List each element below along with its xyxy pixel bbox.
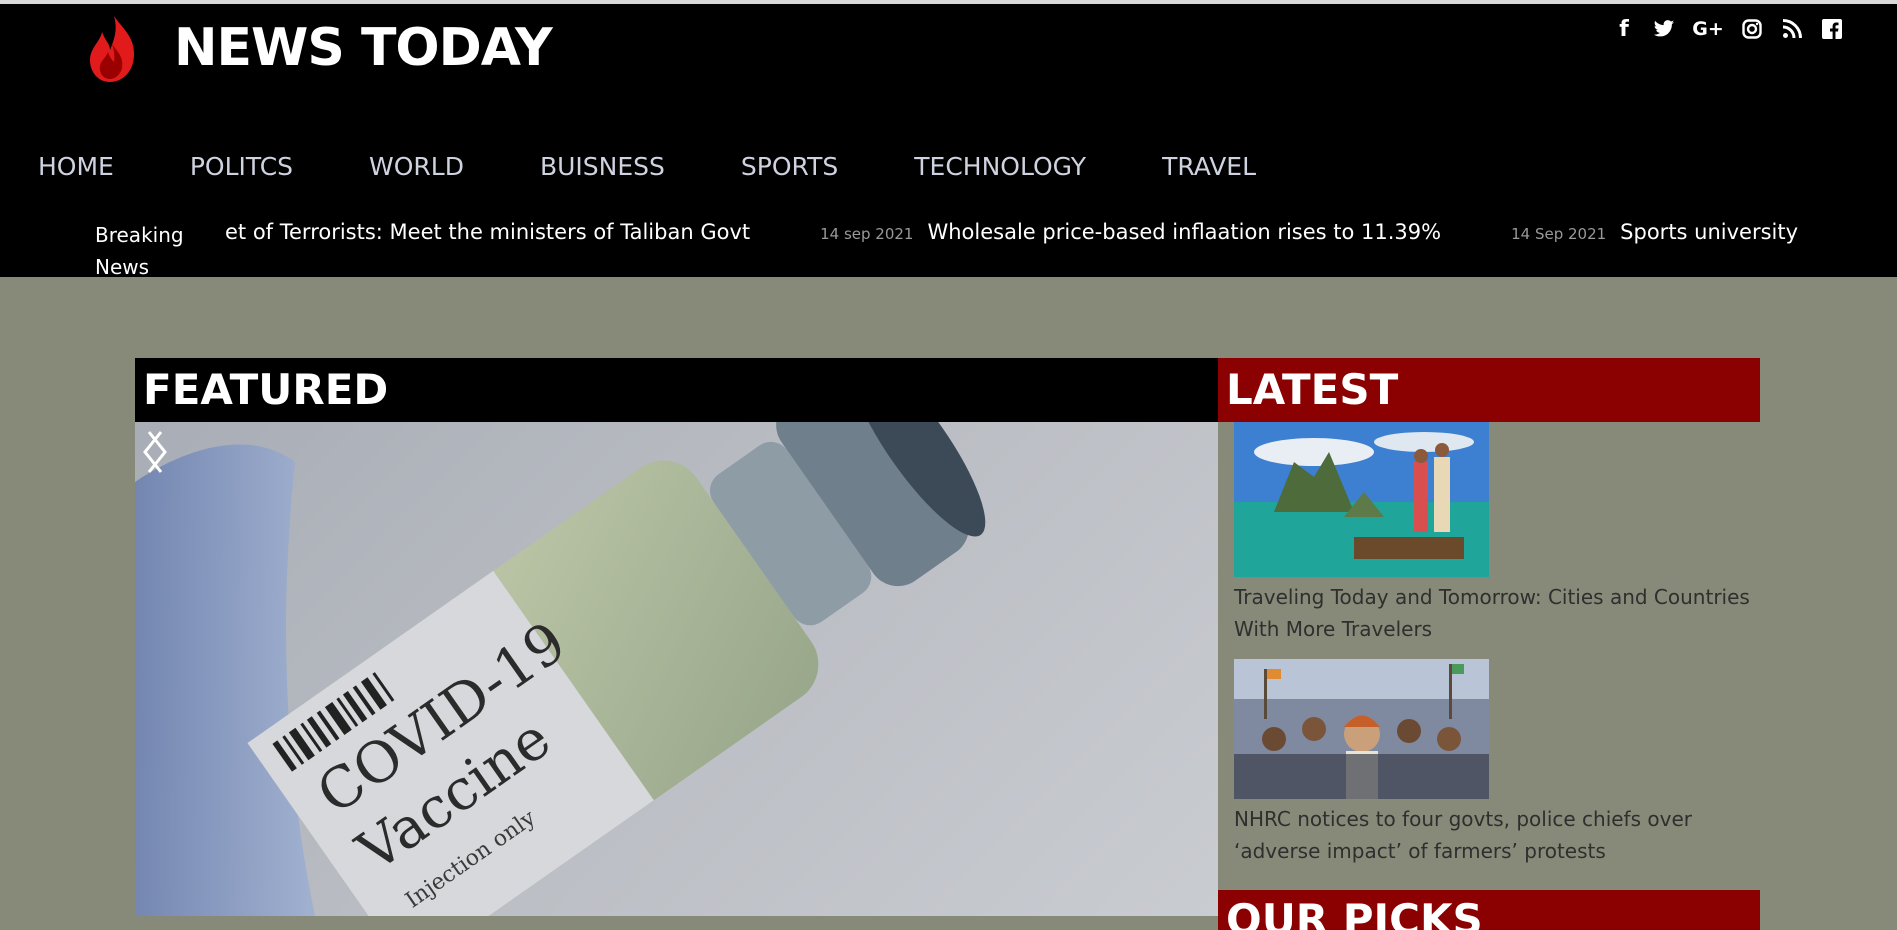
twitter-icon[interactable] (1653, 16, 1675, 42)
breaking-news-label: Breaking News (95, 223, 184, 279)
nav-world[interactable]: WORLD (369, 152, 464, 181)
nav-technology[interactable]: TECHNOLOGY (914, 152, 1086, 181)
facebook-icon[interactable]: f (1613, 16, 1635, 42)
covid-vaccine-image: COVID-19 Vaccine Injection only (135, 422, 986, 916)
ticker-item[interactable]: et of Terrorists: Meet the ministers of … (225, 220, 750, 244)
main-nav: HOME POLITCS WORLD BUISNESS SPORTS TECHN… (38, 152, 1332, 181)
featured-heading: FEATURED (135, 358, 1218, 422)
latest-item-title[interactable]: Traveling Today and Tomorrow: Cities and… (1234, 581, 1754, 645)
carousel-next-button[interactable] (135, 422, 175, 482)
travel-boat-photo[interactable] (1234, 422, 1489, 577)
site-header: NEWS TODAY f G+ HOME POLITCS WORLD BUISN… (0, 4, 1897, 279)
latest-item[interactable]: NHRC notices to four govts, police chief… (1234, 659, 1760, 867)
nav-sports[interactable]: SPORTS (741, 152, 838, 181)
featured-carousel[interactable]: COVID-19 Vaccine Injection only (135, 422, 1218, 916)
nav-travel[interactable]: TRAVEL (1162, 152, 1256, 181)
flame-icon[interactable] (84, 14, 142, 84)
social-links: f G+ (1613, 16, 1843, 42)
facebook-square-icon[interactable] (1821, 16, 1843, 42)
our-picks-heading: OUR PICKS (1218, 890, 1760, 930)
farmers-protest-photo[interactable] (1234, 659, 1489, 799)
ticker-item-date: 14 sep 2021 (820, 225, 914, 243)
ticker-item-date: 14 Sep 2021 (1511, 225, 1607, 243)
google-plus-icon[interactable]: G+ (1692, 16, 1724, 42)
nav-business[interactable]: BUISNESS (540, 152, 665, 181)
latest-item[interactable]: Traveling Today and Tomorrow: Cities and… (1234, 422, 1760, 645)
nav-politics[interactable]: POLITCS (190, 152, 293, 181)
news-ticker: et of Terrorists: Meet the ministers of … (225, 220, 1800, 250)
latest-list: Traveling Today and Tomorrow: Cities and… (1234, 422, 1760, 881)
ticker-item[interactable]: 14 sep 2021 Wholesale price-based inflaa… (820, 220, 1441, 244)
ticker-item-text[interactable]: Wholesale price-based inflaation rises t… (927, 220, 1441, 244)
latest-heading: LATEST (1218, 358, 1760, 422)
site-title[interactable]: NEWS TODAY (174, 18, 553, 78)
nav-home[interactable]: HOME (38, 152, 114, 181)
instagram-icon[interactable] (1741, 16, 1763, 42)
latest-item-title[interactable]: NHRC notices to four govts, police chief… (1234, 803, 1754, 867)
ticker-item-text[interactable]: Sports university named after M (1620, 220, 1800, 244)
rss-icon[interactable] (1781, 16, 1803, 42)
ticker-item[interactable]: 14 Sep 2021 Sports university named afte… (1511, 220, 1800, 244)
ticker-item-text[interactable]: et of Terrorists: Meet the ministers of … (225, 220, 750, 244)
